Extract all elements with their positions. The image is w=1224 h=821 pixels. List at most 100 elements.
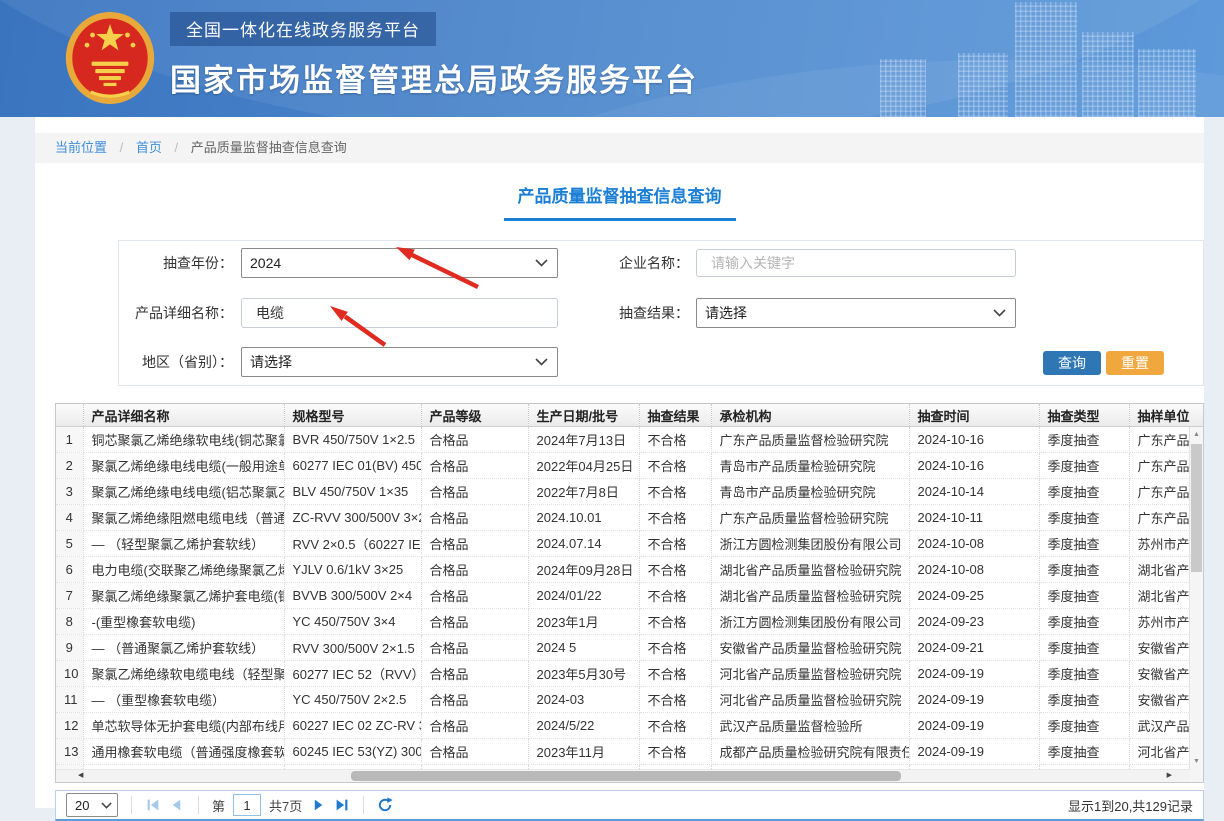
result-select[interactable]: 请选择: [696, 298, 1016, 328]
scroll-right-icon[interactable]: ▶: [1167, 770, 1172, 782]
cell-inspection-time: 2024-10-11: [909, 505, 1039, 531]
cell-product-grade: 合格品: [421, 609, 528, 635]
product-name-label: 产品详细名称：: [119, 298, 233, 328]
cell-spec-model: YC 450/750V 3×4: [284, 609, 421, 635]
reset-button[interactable]: 重置: [1106, 351, 1164, 375]
first-page-icon[interactable]: [145, 797, 161, 813]
vertical-scrollbar-thumb[interactable]: [1191, 444, 1202, 572]
cell-inspection-result: 不合格: [639, 609, 711, 635]
table-header-row: 产品详细名称 规格型号 产品等级 生产日期/批号 抽查结果 承检机构 抽查时间 …: [56, 404, 1204, 427]
cell-inspection-result: 不合格: [639, 687, 711, 713]
cell-row-index: 7: [56, 583, 83, 609]
cell-testing-agency: 浙江方圆检测集团股份有限公司: [711, 609, 909, 635]
cell-inspection-type: 季度抽查: [1039, 557, 1129, 583]
cell-testing-agency: 武汉产品质量监督检验所: [711, 713, 909, 739]
company-label: 企业名称：: [549, 248, 689, 278]
cell-row-index: 3: [56, 479, 83, 505]
year-label: 抽查年份：: [119, 248, 233, 278]
pagination-bar: 20 第 共7页 显示1到20,共129记录: [55, 790, 1204, 821]
results-table: 产品详细名称 规格型号 产品等级 生产日期/批号 抽查结果 承检机构 抽查时间 …: [56, 404, 1204, 783]
cell-product-name: -(重型橡套软电缆): [83, 609, 284, 635]
query-form-panel: 抽查年份： 2024 企业名称： 产品详细名称： 抽查结果： 请选择: [118, 240, 1204, 386]
search-button[interactable]: 查询: [1043, 351, 1101, 375]
table-row[interactable]: 1 铜芯聚氯乙烯绝缘软电线(铜芯聚氯乙 BVR 450/750V 1×2.5 合…: [56, 427, 1204, 453]
header-production-date: 生产日期/批号: [528, 404, 639, 427]
refresh-icon[interactable]: [377, 797, 393, 813]
table-row[interactable]: 6 电力电缆(交联聚乙烯绝缘聚氯乙烯护 YJLV 0.6/1kV 3×25 合格…: [56, 557, 1204, 583]
region-select[interactable]: 请选择: [241, 347, 558, 377]
cell-product-grade: 合格品: [421, 531, 528, 557]
cell-inspection-type: 季度抽查: [1039, 687, 1129, 713]
building-decor: [1015, 2, 1077, 117]
cell-production-date: 2022年7月8日: [528, 479, 639, 505]
cell-testing-agency: 湖北省产品质量监督检验研究院: [711, 583, 909, 609]
table-row[interactable]: 8 -(重型橡套软电缆) YC 450/750V 3×4 合格品 2023年1月…: [56, 609, 1204, 635]
cell-product-name: — （重型橡套软电缆）: [83, 687, 284, 713]
header-inspection-type: 抽查类型: [1039, 404, 1129, 427]
cell-row-index: 9: [56, 635, 83, 661]
last-page-icon[interactable]: [334, 797, 350, 813]
scroll-down-icon[interactable]: ▼: [1190, 755, 1203, 769]
table-row[interactable]: 11 — （重型橡套软电缆） YC 450/750V 2×2.5 合格品 202…: [56, 687, 1204, 713]
table-row[interactable]: 5 — （轻型聚氯乙烯护套软线） RVV 2×0.5（60227 IEC 合格品…: [56, 531, 1204, 557]
page-content: 当前位置 / 首页 / 产品质量监督抽查信息查询 产品质量监督抽查信息查询 抽查…: [35, 117, 1204, 808]
cell-row-index: 11: [56, 687, 83, 713]
cell-inspection-time: 2024-09-19: [909, 687, 1039, 713]
cell-inspection-time: 2024-09-19: [909, 713, 1039, 739]
breadcrumb-home-link[interactable]: 首页: [136, 140, 162, 155]
scrollbar-corner: [1190, 770, 1203, 782]
cell-product-name: 单芯软导体无护套电缆(内部布线用导: [83, 713, 284, 739]
year-select[interactable]: 2024: [241, 248, 558, 278]
table-row[interactable]: 9 — （普通聚氯乙烯护套软线） RVV 300/500V 2×1.5（ 合格品…: [56, 635, 1204, 661]
cell-product-grade: 合格品: [421, 479, 528, 505]
page-number-input[interactable]: [233, 794, 261, 816]
table-row[interactable]: 7 聚氯乙烯绝缘聚氯乙烯护套电缆(铜芯 BVVB 300/500V 2×4 合格…: [56, 583, 1204, 609]
cell-row-index: 4: [56, 505, 83, 531]
cell-spec-model: RVV 2×0.5（60227 IEC: [284, 531, 421, 557]
cell-spec-model: 60227 IEC 02 ZC-RV 30: [284, 713, 421, 739]
header-index: [56, 404, 83, 427]
cell-inspection-time: 2024-09-25: [909, 583, 1039, 609]
table-row[interactable]: 10 聚氯乙烯绝缘软电缆电线（轻型聚氯 60277 IEC 52（RVV）3 合…: [56, 661, 1204, 687]
building-decor: [958, 53, 1008, 117]
cell-inspection-result: 不合格: [639, 557, 711, 583]
scroll-up-icon[interactable]: ▲: [1190, 428, 1203, 442]
cell-inspection-result: 不合格: [639, 713, 711, 739]
results-tbody: 1 铜芯聚氯乙烯绝缘软电线(铜芯聚氯乙 BVR 450/750V 1×2.5 合…: [56, 427, 1204, 784]
horizontal-scrollbar-thumb[interactable]: [351, 771, 901, 781]
cell-inspection-time: 2024-10-16: [909, 453, 1039, 479]
cell-product-grade: 合格品: [421, 635, 528, 661]
cell-production-date: 2023年1月: [528, 609, 639, 635]
breadcrumb-separator: /: [120, 140, 124, 155]
tab-strip: 产品质量监督抽查信息查询: [35, 178, 1204, 220]
table-row[interactable]: 13 通用橡套软电缆（普通强度橡套软线) 60245 IEC 53(YZ) 30…: [56, 739, 1204, 765]
table-row[interactable]: 3 聚氯乙烯绝缘电线电缆(铝芯聚氯乙烯 BLV 450/750V 1×35 合格…: [56, 479, 1204, 505]
table-row[interactable]: 12 单芯软导体无护套电缆(内部布线用导 60227 IEC 02 ZC-RV …: [56, 713, 1204, 739]
building-decor: [880, 59, 926, 117]
cell-row-index: 10: [56, 661, 83, 687]
cell-inspection-result: 不合格: [639, 661, 711, 687]
table-row[interactable]: 4 聚氯乙烯绝缘阻燃电缆电线（普通聚 ZC-RVV 300/500V 3×2 合…: [56, 505, 1204, 531]
company-input[interactable]: [696, 249, 1016, 277]
cell-production-date: 2024年09月28日: [528, 557, 639, 583]
cell-inspection-result: 不合格: [639, 635, 711, 661]
page-size-select[interactable]: 20: [66, 793, 118, 817]
header-product-grade: 产品等级: [421, 404, 528, 427]
scroll-left-icon[interactable]: ◀: [78, 770, 83, 782]
tab-product-quality-query[interactable]: 产品质量监督抽查信息查询: [504, 178, 736, 221]
cell-product-grade: 合格品: [421, 687, 528, 713]
product-name-input[interactable]: [241, 298, 558, 328]
header-product-name: 产品详细名称: [83, 404, 284, 427]
table-row[interactable]: 2 聚氯乙烯绝缘电线电缆(一般用途单芯 60277 IEC 01(BV) 450…: [56, 453, 1204, 479]
cell-row-index: 8: [56, 609, 83, 635]
cell-product-name: — （轻型聚氯乙烯护套软线）: [83, 531, 284, 557]
cell-production-date: 2024.07.14: [528, 531, 639, 557]
next-page-icon[interactable]: [310, 797, 326, 813]
cell-inspection-time: 2024-10-14: [909, 479, 1039, 505]
cell-product-grade: 合格品: [421, 505, 528, 531]
cell-row-index: 5: [56, 531, 83, 557]
cell-spec-model: 60245 IEC 53(YZ) 300/: [284, 739, 421, 765]
cell-product-grade: 合格品: [421, 713, 528, 739]
previous-page-icon[interactable]: [169, 797, 185, 813]
building-decor: [1138, 49, 1196, 117]
